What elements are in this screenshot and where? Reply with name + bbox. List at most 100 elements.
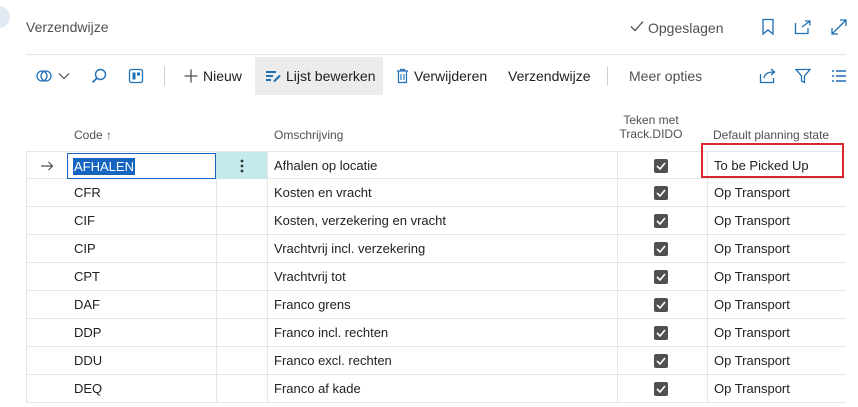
grid-line xyxy=(707,235,708,263)
filter-pane-icon xyxy=(36,68,58,84)
planning-state-cell[interactable]: Op Transport xyxy=(714,319,844,346)
planning-state-cell[interactable]: Op Transport xyxy=(714,207,844,234)
table-row[interactable]: CPT Vrachtvrij tot Op Transport xyxy=(26,263,846,291)
grid-line xyxy=(707,347,708,375)
description-cell[interactable]: Vrachtvrij tot xyxy=(274,263,614,290)
description-cell[interactable]: Franco excl. rechten xyxy=(274,347,614,374)
planning-state-cell[interactable]: Op Transport xyxy=(714,291,844,318)
grid-line xyxy=(617,152,618,180)
delete-button[interactable]: Verwijderen xyxy=(391,57,491,95)
search-icon xyxy=(91,68,107,84)
description-cell[interactable]: Kosten, verzekering en vracht xyxy=(274,207,614,234)
header-divider xyxy=(26,54,846,55)
expand-icon[interactable] xyxy=(829,17,849,37)
analysis-button[interactable] xyxy=(128,57,148,95)
code-cell[interactable]: CPT xyxy=(74,263,214,290)
grid-line xyxy=(26,235,27,263)
description-cell[interactable]: Kosten en vracht xyxy=(274,179,614,206)
description-cell[interactable]: Franco incl. rechten xyxy=(274,319,614,346)
column-header-track-dido[interactable]: Teken met Track.DIDO xyxy=(618,113,684,141)
table-row[interactable]: DDU Franco excl. rechten Op Transport xyxy=(26,347,846,375)
track-dido-checkbox[interactable] xyxy=(654,152,668,179)
grid-line xyxy=(617,235,618,263)
table-row[interactable]: CIF Kosten, verzekering en vracht Op Tran… xyxy=(26,207,846,235)
shipment-method-button[interactable]: Verzendwijze xyxy=(508,57,598,95)
chevron-down-icon xyxy=(58,72,70,80)
row-actions-button[interactable] xyxy=(216,152,267,179)
saved-status: Opgeslagen xyxy=(629,19,724,36)
code-cell[interactable]: CIP xyxy=(74,235,214,262)
grid-line xyxy=(707,179,708,207)
grid-line xyxy=(617,375,618,403)
saved-label: Opgeslagen xyxy=(648,19,724,36)
description-cell[interactable]: Vrachtvrij incl. verzekering xyxy=(274,235,614,262)
code-cell[interactable]: DEQ xyxy=(74,375,214,402)
grid-line xyxy=(216,235,217,263)
code-cell[interactable]: DDU xyxy=(74,347,214,374)
description-cell[interactable]: Franco af kade xyxy=(274,375,614,402)
plus-icon xyxy=(184,69,198,83)
planning-state-cell[interactable]: Op Transport xyxy=(714,375,844,402)
grid-line xyxy=(707,319,708,347)
search-button[interactable] xyxy=(91,57,111,95)
planning-state-cell[interactable]: Op Transport xyxy=(714,235,844,262)
bookmark-icon[interactable] xyxy=(758,17,778,37)
filter-pane-button[interactable] xyxy=(36,57,76,95)
planning-state-cell[interactable]: Op Transport xyxy=(714,179,844,206)
column-header-description[interactable]: Omschrijving xyxy=(274,128,343,142)
grid-line xyxy=(26,207,27,235)
row-indicator-arrow-icon xyxy=(26,152,67,179)
track-dido-checkbox[interactable] xyxy=(654,179,668,206)
track-dido-checkbox[interactable] xyxy=(654,235,668,262)
grid-line xyxy=(707,207,708,235)
new-button[interactable]: Nieuw xyxy=(176,57,252,95)
table-row[interactable]: CFR Kosten en vracht Op Transport xyxy=(26,179,846,207)
filter-button[interactable] xyxy=(795,57,815,95)
track-dido-checkbox[interactable] xyxy=(654,263,668,290)
grid-line xyxy=(267,291,268,319)
grid-line xyxy=(267,319,268,347)
code-cell[interactable]: CFR xyxy=(74,179,214,206)
filter-icon xyxy=(795,68,811,84)
track-dido-checkbox[interactable] xyxy=(654,347,668,374)
code-cell[interactable]: CIF xyxy=(74,207,214,234)
planning-state-cell[interactable]: Op Transport xyxy=(714,263,844,290)
page-title: Verzendwijze xyxy=(26,19,109,35)
edit-list-button[interactable]: Lijst bewerken xyxy=(255,57,383,95)
list-view-button[interactable] xyxy=(831,57,851,95)
highlight-annotation xyxy=(701,143,844,178)
track-dido-checkbox[interactable] xyxy=(654,375,668,402)
track-dido-checkbox[interactable] xyxy=(654,291,668,318)
grid-line xyxy=(26,347,27,375)
track-dido-checkbox[interactable] xyxy=(654,319,668,346)
share-button[interactable] xyxy=(759,57,779,95)
description-cell[interactable]: Afhalen op locatie xyxy=(274,152,614,179)
planning-state-cell[interactable]: Op Transport xyxy=(714,347,844,374)
table-row[interactable]: DAF Franco grens Op Transport xyxy=(26,291,846,319)
grid-line xyxy=(26,179,27,207)
grid-line xyxy=(216,179,217,207)
edit-list-icon xyxy=(265,69,281,83)
open-new-window-icon[interactable] xyxy=(793,17,813,37)
analysis-icon xyxy=(128,68,144,84)
grid-line xyxy=(216,291,217,319)
code-input[interactable]: AFHALEN xyxy=(67,153,216,179)
more-options-label: Meer opties xyxy=(629,68,703,84)
grid-line xyxy=(707,375,708,403)
column-header-code[interactable]: Code ↑ xyxy=(74,128,112,142)
delete-label: Verwijderen xyxy=(414,68,488,84)
more-options-button[interactable]: Meer opties xyxy=(629,57,709,95)
column-header-planning-state[interactable]: Default planning state xyxy=(713,128,829,142)
description-cell[interactable]: Franco grens xyxy=(274,291,614,318)
column-header-code-label: Code xyxy=(74,128,103,142)
grid-line xyxy=(617,179,618,207)
code-cell[interactable]: DDP xyxy=(74,319,214,346)
grid-line xyxy=(617,291,618,319)
table-row[interactable]: CIP Vrachtvrij incl. verzekering Op Trans… xyxy=(26,235,846,263)
table-row[interactable]: DEQ Franco af kade Op Transport xyxy=(26,375,846,403)
edit-list-label: Lijst bewerken xyxy=(286,68,376,84)
code-cell[interactable]: DAF xyxy=(74,291,214,318)
table-row[interactable]: DDP Franco incl. rechten Op Transport xyxy=(26,319,846,347)
track-dido-checkbox[interactable] xyxy=(654,207,668,234)
new-button-label: Nieuw xyxy=(203,68,242,84)
